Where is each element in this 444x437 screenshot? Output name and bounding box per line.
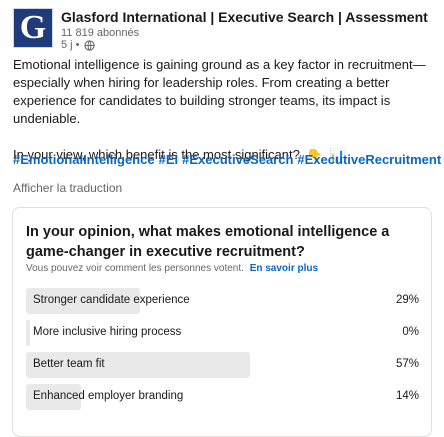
poll-option[interactable]: Enhanced employer branding 14% (26, 384, 419, 410)
hashtag-link[interactable]: #EmotionalIntelligence (13, 152, 155, 167)
poll-option[interactable]: Better team fit 57% (26, 352, 419, 378)
author-name[interactable]: Glasford International | Executive Searc… (61, 9, 431, 25)
poll-option-percent: 0% (402, 326, 419, 338)
poll-result-bar (26, 320, 30, 346)
post-header: G Glasford International | Executive Sea… (13, 8, 438, 52)
logo-letter: G (19, 9, 47, 46)
post-body: Emotional intelligence is gaining ground… (13, 56, 433, 165)
poll-option-label: More inclusive hiring process (33, 326, 182, 338)
poll-option-label: Stronger candidate experience (33, 294, 190, 306)
poll-option-label: Better team fit (33, 358, 105, 370)
hashtag-list: #EmotionalIntelligence #EI #ExecutiveSearc… (13, 152, 444, 167)
poll-option-percent: 29% (395, 294, 419, 306)
poll-option[interactable]: Stronger candidate experience 29% (26, 288, 419, 314)
poll-option-percent: 57% (395, 358, 419, 370)
poll-question: In your opinion, what makes emotional in… (26, 224, 390, 260)
poll-card: In your opinion, what makes emotional in… (12, 207, 432, 437)
post-time: 5 j • (61, 39, 80, 51)
hashtag-link[interactable]: #EI (159, 152, 179, 167)
post-paragraph-1: Emotional intelligence is gaining ground… (13, 57, 426, 126)
globe-icon (83, 39, 95, 51)
hashtag-link[interactable]: #ExecutiveSearch (182, 152, 293, 167)
poll-option[interactable]: More inclusive hiring process 0% (26, 320, 419, 346)
post-meta: 5 j • (61, 39, 95, 51)
poll-option-label: Enhanced employer branding (33, 390, 184, 402)
poll-note-text: Vous pouvez voir comment les personnes v… (26, 263, 244, 274)
poll-note: Vous pouvez voir comment les personnes v… (26, 263, 318, 274)
poll-option-percent: 14% (395, 390, 419, 402)
learn-more-link[interactable]: En savoir plus (250, 263, 318, 274)
hashtag-link[interactable]: #ExecutiveRecruitment (297, 152, 441, 167)
translate-link[interactable]: Afficher la traduction (13, 181, 122, 195)
follower-count: 11 819 abonnés (61, 27, 140, 39)
company-logo[interactable]: G (13, 8, 53, 48)
